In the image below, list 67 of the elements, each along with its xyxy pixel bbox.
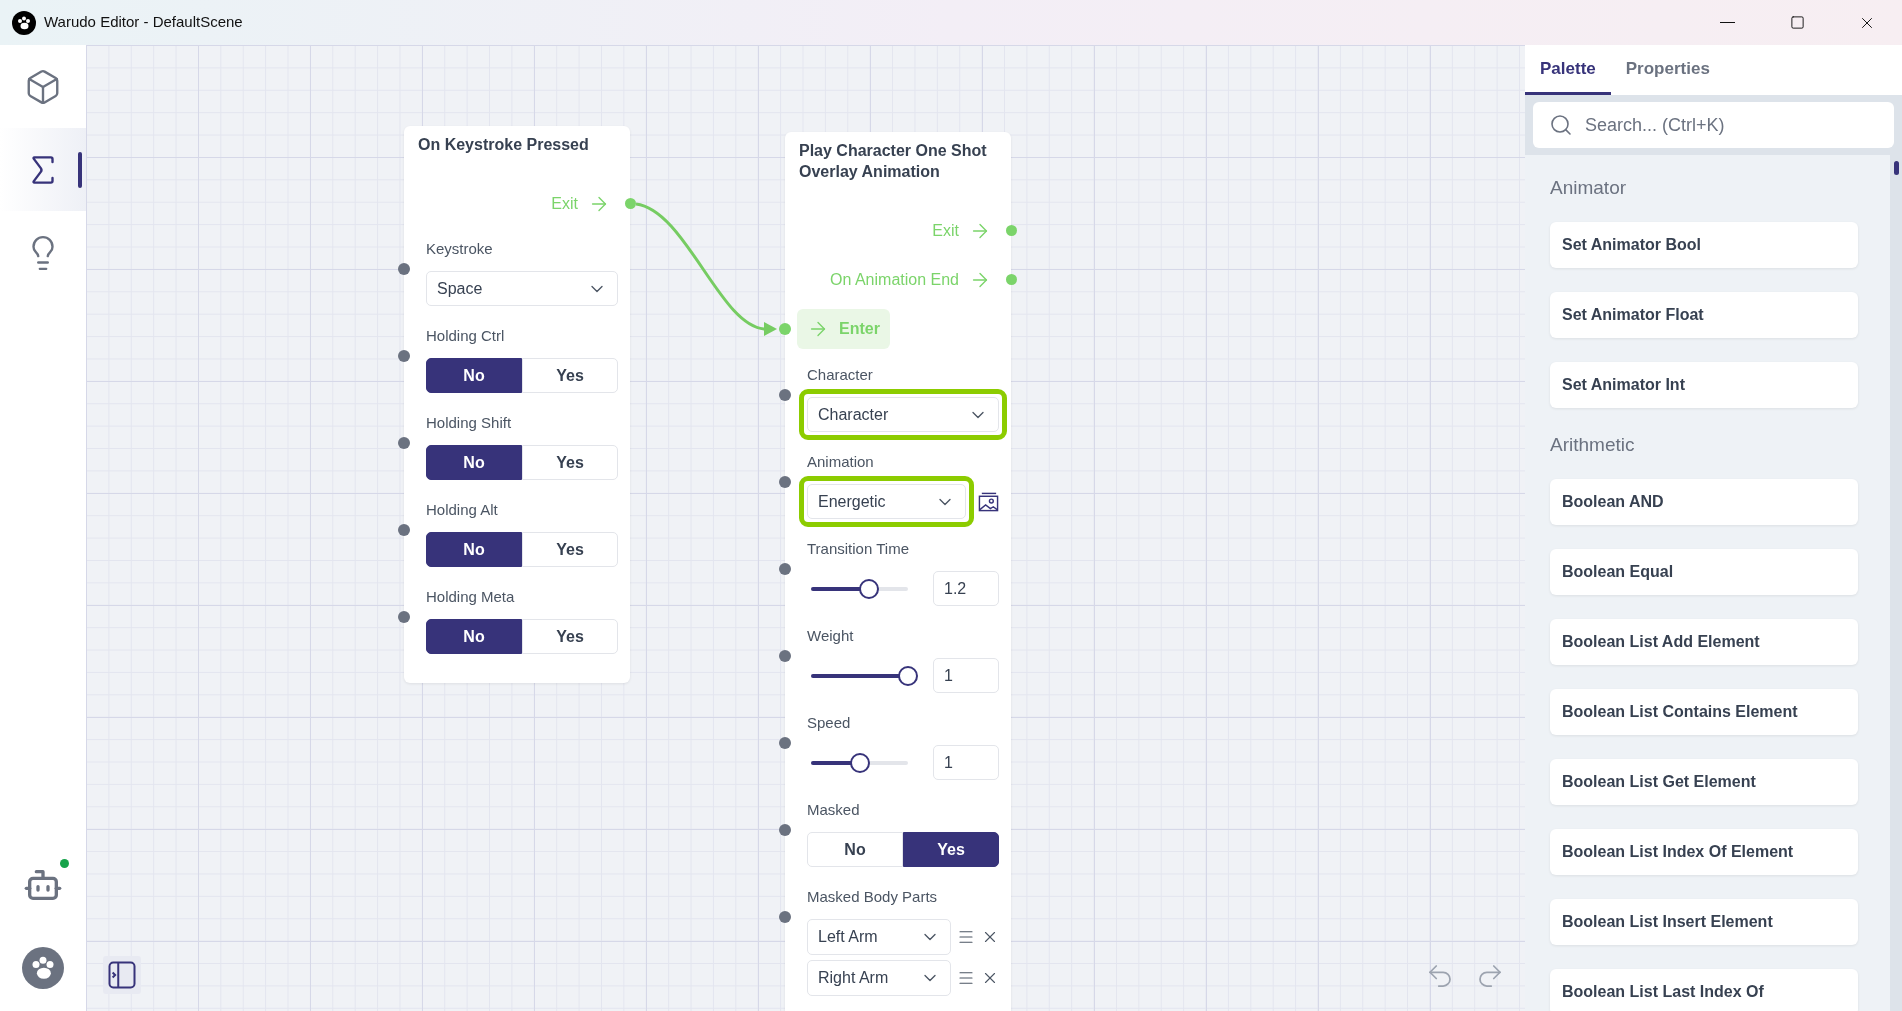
field-label: Keystroke [426,239,494,259]
field-label: Masked [807,800,861,820]
field-label: Holding Shift [426,413,513,433]
dropdown[interactable]: Left Arm [807,919,951,955]
palette-item[interactable]: Set Animator Float [1550,292,1858,338]
toggle-option[interactable]: No [426,532,522,567]
dropdown[interactable]: Energetic [807,484,966,519]
node-title: On Keystroke Pressed [418,135,590,155]
dropdown[interactable]: Right Arm [807,960,951,996]
toggle-option[interactable]: Yes [522,358,618,393]
field-label: Masked Body Parts [807,887,939,907]
field-label: Weight [807,626,855,646]
window-title: Warudo Editor - DefaultScene [44,12,243,33]
app-logo-icon [12,10,36,35]
toggle-option[interactable]: Yes [522,445,618,480]
section-header: Arithmetic [1550,433,1636,457]
toggle-option[interactable]: Yes [522,532,618,567]
field-label: Speed [807,713,852,733]
search-bar[interactable]: Search... (Ctrl+K) [1533,102,1894,148]
active-indicator [78,152,82,188]
enter-label: Enter [839,319,880,339]
palette-item[interactable]: Boolean List Last Index Of [1550,969,1858,1011]
palette-item[interactable]: Boolean AND [1550,479,1858,525]
dropdown[interactable]: Character [807,397,999,432]
dropdown[interactable]: Space [426,271,618,306]
number-input[interactable]: 1 [933,745,999,780]
palette-item[interactable]: Boolean List Index Of Element [1550,829,1858,875]
search-icon [1549,113,1573,137]
field-label: Animation [807,452,875,472]
maximize-icon [1789,15,1805,30]
drag-handle-icon[interactable] [957,928,975,946]
toggle-option[interactable]: Yes [522,619,618,654]
field-label: Character [807,365,874,385]
panel-tab[interactable]: Properties [1610,45,1725,95]
palette-item[interactable]: Set Animator Bool [1550,222,1858,268]
output-label: Exit [551,193,578,214]
output-label: Exit [932,220,959,241]
search-input[interactable]: Search... (Ctrl+K) [1585,111,1878,139]
number-input[interactable]: 1.2 [933,571,999,606]
toggle-option[interactable]: Yes [903,832,999,867]
palette-item[interactable]: Set Animator Int [1550,362,1858,408]
toggle-option[interactable]: No [426,445,522,480]
number-input[interactable]: 1 [933,658,999,693]
paw-logo-icon [22,947,64,989]
field-label: Transition Time [807,539,910,559]
toggle-option[interactable]: No [426,358,522,393]
field-label: Holding Alt [426,500,499,520]
output-label: On Animation End [830,269,959,290]
drag-handle-icon[interactable] [957,969,975,987]
field-label: Holding Ctrl [426,326,506,346]
image-preview-icon[interactable] [978,490,999,513]
section-header: Animator [1550,176,1628,200]
palette-item[interactable]: Boolean List Contains Element [1550,689,1858,735]
node-title: Play Character One Shot Overlay Animation [799,141,988,182]
field-label: Holding Meta [426,587,516,607]
minimize-icon [1719,22,1735,23]
panel-tab[interactable]: Palette [1525,45,1611,95]
toggle-option[interactable]: No [807,832,903,867]
palette-item[interactable]: Boolean List Insert Element [1550,899,1858,945]
node-canvas[interactable] [86,45,1525,1011]
toggle-panel-button[interactable] [103,956,141,994]
toggle-option[interactable]: No [426,619,522,654]
palette-item[interactable]: Boolean List Get Element [1550,759,1858,805]
palette-item[interactable]: Boolean Equal [1550,549,1858,595]
panel-toggle-icon [107,960,137,990]
scrollbar-thumb[interactable] [1893,161,1899,175]
palette-item[interactable]: Boolean List Add Element [1550,619,1858,665]
